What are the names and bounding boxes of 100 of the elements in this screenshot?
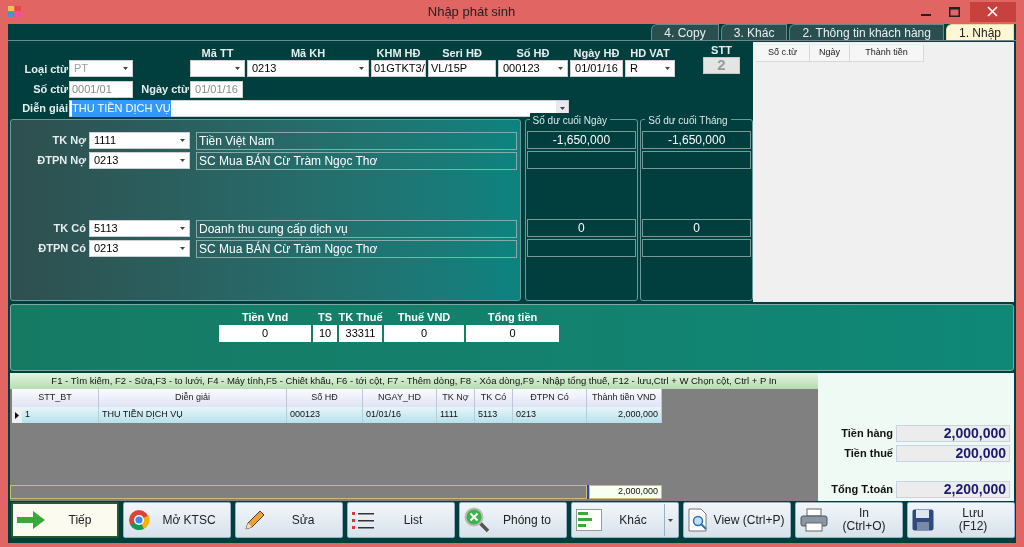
caret-icon bbox=[359, 67, 364, 70]
combo-box[interactable]: 0213 bbox=[89, 240, 190, 257]
balance-field: 0 bbox=[526, 219, 637, 237]
window-title: Nhập phát sinh bbox=[426, 3, 517, 22]
column-header: STT_BT bbox=[12, 389, 99, 407]
field-label: STT bbox=[711, 44, 732, 57]
field-label: TK Thuế bbox=[338, 310, 383, 324]
amount-field[interactable]: 0 bbox=[384, 325, 464, 342]
field-label: Ngày ctừ bbox=[140, 81, 190, 97]
toolbar-button[interactable]: Khác bbox=[571, 502, 679, 538]
combo-box[interactable]: 0213 bbox=[89, 152, 190, 169]
field-label: Số ctừ bbox=[32, 81, 69, 97]
caret-icon bbox=[665, 67, 670, 70]
app-icon bbox=[8, 6, 22, 18]
document-search-icon bbox=[688, 508, 710, 532]
summary-value: 2,200,000 bbox=[896, 481, 1010, 498]
account-name: SC Mua BÁN Cừ Tràm Ngọc Thơ bbox=[196, 151, 517, 170]
sheet-icon bbox=[576, 509, 602, 531]
tab[interactable]: 2. Thông tin khách hàng bbox=[789, 24, 944, 40]
field-label: HD VAT bbox=[630, 46, 670, 60]
round-logo-icon bbox=[128, 509, 150, 531]
column-header: Diễn giải bbox=[99, 389, 287, 407]
field-label: Ngày HĐ bbox=[573, 46, 620, 60]
close-icon bbox=[970, 2, 1016, 22]
caret-icon bbox=[559, 107, 565, 110]
column-header: TK Có bbox=[475, 389, 513, 407]
account-name: SC Mua BÁN Cừ Tràm Ngọc Thơ bbox=[196, 239, 517, 258]
amount-field[interactable]: 10 bbox=[313, 325, 337, 342]
column-header: TK Nợ bbox=[437, 389, 475, 407]
caret-icon bbox=[180, 227, 185, 230]
combo-box[interactable]: R bbox=[625, 60, 675, 77]
group-title: Số dư cuối Tháng bbox=[645, 113, 731, 128]
tab[interactable]: 3. Khác bbox=[720, 24, 788, 40]
column-header: Thành tiền bbox=[850, 45, 924, 62]
field-label: KHM HĐ bbox=[376, 46, 421, 60]
table-cell: 5113 bbox=[475, 407, 513, 423]
combo-box[interactable]: 5113 bbox=[89, 220, 190, 237]
amount-field[interactable]: 0 bbox=[219, 325, 311, 342]
text-field[interactable]: 01/01/16 bbox=[570, 60, 623, 77]
table-cell: THU TIỀN DỊCH VỤ bbox=[99, 407, 287, 423]
magnifier-icon bbox=[464, 507, 490, 533]
field-label: Thuế VND bbox=[397, 310, 451, 324]
field-label: Số HĐ bbox=[516, 46, 550, 60]
toolbar-button[interactable]: Lưu (F12) bbox=[907, 502, 1015, 538]
tab[interactable]: 4. Copy bbox=[651, 24, 719, 40]
amount-field[interactable]: 33311 bbox=[339, 325, 382, 342]
account-name: Doanh thu cung cấp dịch vụ bbox=[196, 219, 517, 238]
column-header: ĐTPN Có bbox=[513, 389, 587, 407]
total-cell: 2,000,000 bbox=[589, 485, 662, 499]
field-label: ĐTPN Nợ bbox=[36, 153, 87, 169]
caret-icon bbox=[235, 67, 240, 70]
amount-field[interactable]: 0 bbox=[466, 325, 559, 342]
combo-box[interactable]: 0213 bbox=[247, 60, 369, 77]
toolbar-button[interactable]: Tiếp bbox=[11, 502, 119, 538]
caret-icon bbox=[123, 67, 128, 70]
balance-field: -1,650,000 bbox=[526, 131, 637, 149]
balance-field: -1,650,000 bbox=[642, 131, 751, 149]
caret-icon bbox=[668, 518, 673, 522]
summary-label: Tiền thuế bbox=[844, 446, 893, 462]
toolbar-button[interactable]: Mở KTSC bbox=[123, 502, 231, 538]
caret-icon bbox=[180, 139, 185, 142]
toolbar-button[interactable]: Sửa bbox=[235, 502, 343, 538]
combo-box[interactable] bbox=[190, 60, 245, 77]
table-cell: 0213 bbox=[513, 407, 587, 423]
list-icon bbox=[352, 511, 374, 529]
field-label: Diễn giải bbox=[21, 101, 69, 117]
tab[interactable]: 1. Nhập bbox=[945, 24, 1014, 40]
table-cell: 2,000,000 bbox=[587, 407, 662, 423]
field-label: Tổng tiền bbox=[487, 310, 538, 324]
text-field[interactable]: VL/15P bbox=[428, 60, 496, 77]
table-cell: 1111 bbox=[437, 407, 475, 423]
summary-value: 2,000,000 bbox=[896, 425, 1010, 442]
summary-label: Tiền hàng bbox=[841, 426, 893, 442]
account-name: Tiền Việt Nam bbox=[196, 131, 517, 150]
column-header: Thành tiền VND bbox=[587, 389, 662, 407]
table-cell: 000123 bbox=[287, 407, 363, 423]
text-field[interactable]: 01GTKT3/ bbox=[371, 60, 426, 77]
group-title: Số dư cuối Ngày bbox=[529, 113, 611, 128]
field-label: Mã TT bbox=[201, 46, 234, 60]
toolbar-button[interactable]: Phóng to bbox=[459, 502, 567, 538]
counter-field: 2 bbox=[703, 57, 740, 74]
field-label: Tiền Vnd bbox=[241, 310, 289, 324]
field-label: Mã KH bbox=[290, 46, 326, 60]
table-cell: 1 bbox=[22, 407, 99, 423]
maximize-icon bbox=[949, 7, 960, 17]
column-header: Ngày bbox=[810, 45, 850, 62]
toolbar-button[interactable]: In (Ctrl+O) bbox=[795, 502, 903, 538]
shortcut-hint: F1 - Tìm kiếm, F2 - Sửa,F3 - to lưới, F4 - Máy tính,F5 - Chiết khấu, F6 - tới cột, F7 - Thêm dòng, F8 - Xóa dòng,F9 - Nhập tổng thuế, F12 - lưu,Ctrl + W Chọn cột, Ctrl + P In bbox=[10, 373, 818, 389]
column-header: Số c.từ bbox=[756, 45, 810, 62]
caret-icon bbox=[180, 247, 185, 250]
field-label: TK Nợ bbox=[51, 133, 87, 149]
toolbar-button[interactable]: View (Ctrl+P) bbox=[683, 502, 791, 538]
toolbar-button[interactable]: List bbox=[347, 502, 455, 538]
caret-icon bbox=[180, 159, 185, 162]
arrow-icon bbox=[17, 511, 45, 529]
combo-box[interactable]: 000123 bbox=[498, 60, 568, 77]
caret-icon bbox=[558, 67, 563, 70]
save-icon bbox=[912, 509, 934, 531]
field-label: TK Có bbox=[52, 221, 87, 237]
combo-box[interactable]: 1111 bbox=[89, 132, 190, 149]
